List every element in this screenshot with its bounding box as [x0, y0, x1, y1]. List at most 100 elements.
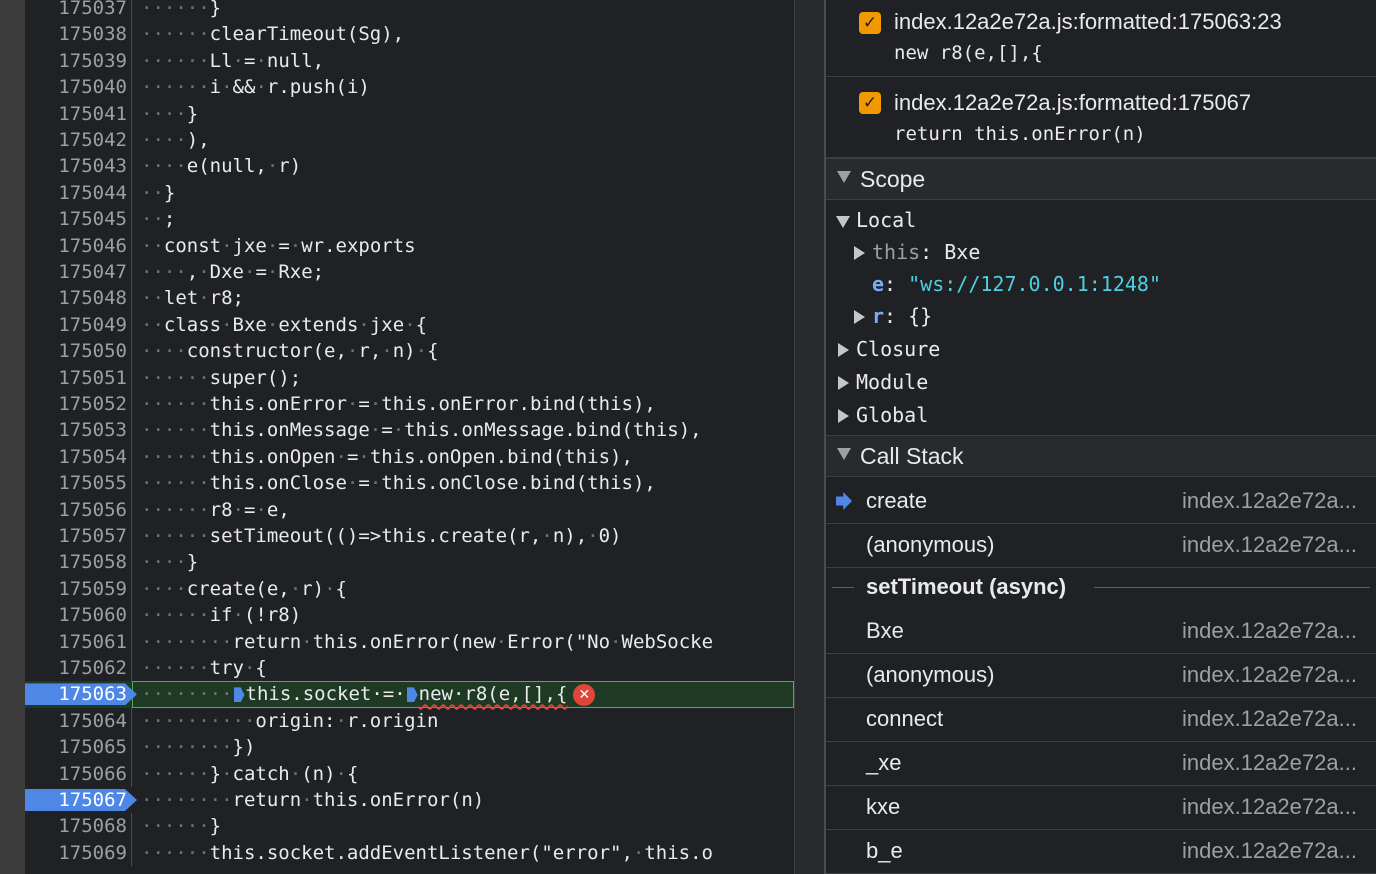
call-frame[interactable]: (anonymous) index.12a2e72a... — [826, 523, 1376, 568]
call-frame-function: create — [866, 488, 928, 513]
scope-header[interactable]: Scope — [826, 158, 1376, 200]
line-number[interactable]: 175066 — [25, 760, 132, 787]
line-number[interactable]: 175049 — [25, 311, 132, 339]
code-text: ··class·Bxe·extends·jxe·{ — [141, 313, 428, 336]
line-number[interactable]: 175063 — [25, 681, 132, 707]
call-frame-location[interactable]: index.12a2e72a... — [1182, 750, 1357, 776]
code-text: ····,·Dxe·=·Rxe; — [141, 261, 325, 283]
code-text: ··} — [141, 181, 176, 204]
expand-triangle-icon[interactable] — [838, 409, 849, 423]
line-number[interactable]: 175044 — [25, 179, 132, 207]
call-frame-location[interactable]: index.12a2e72a... — [1182, 662, 1357, 688]
line-number[interactable]: 175055 — [25, 470, 132, 497]
code-line: 175064 ··········origin:·r.origin — [25, 707, 794, 735]
line-number[interactable]: 175050 — [25, 338, 132, 365]
scope-e-row[interactable]: e: "ws://127.0.0.1:1248" — [872, 272, 1161, 296]
line-number[interactable]: 175043 — [25, 153, 132, 180]
code-line: 175056 ······r8·=·e, — [25, 496, 794, 523]
code-line: 175051 ······super(); — [25, 364, 794, 391]
line-number[interactable]: 175053 — [25, 417, 132, 444]
code-line: 175049 ··class·Bxe·extends·jxe·{ — [25, 311, 794, 339]
line-number[interactable]: 175042 — [25, 127, 132, 154]
call-frame-location[interactable]: index.12a2e72a... — [1182, 532, 1357, 558]
line-number[interactable]: 175045 — [25, 206, 132, 233]
property-value: Bxe — [944, 240, 981, 264]
code-line: 175059 ····create(e,·r)·{ — [25, 575, 794, 603]
code-line: 175057 ······setTimeout(()=>this.create(r… — [25, 523, 794, 550]
expand-triangle-icon[interactable] — [838, 376, 849, 390]
call-frame[interactable]: b_e index.12a2e72a... — [826, 829, 1376, 874]
line-number[interactable]: 175061 — [25, 628, 132, 655]
breakpoint-item[interactable]: ✓ index.12a2e72a.js:formatted:175067 ret… — [826, 77, 1376, 158]
expand-triangle-icon[interactable] — [854, 310, 865, 324]
error-icon[interactable]: ✕ — [573, 684, 596, 707]
scope-global-label[interactable]: Global — [856, 403, 928, 427]
line-number[interactable]: 175056 — [25, 496, 132, 523]
editor-scroll-gutter[interactable] — [794, 0, 825, 874]
code-segment: this.socket·=· — [245, 683, 406, 706]
call-frame[interactable]: kxe index.12a2e72a... — [826, 785, 1376, 830]
code-line: 175065 ········}) — [25, 734, 794, 761]
source-editor[interactable]: 175037 ······} 175038 ······clearTimeout(S… — [25, 0, 794, 874]
scope-closure-label[interactable]: Closure — [856, 337, 940, 361]
line-number[interactable]: 175039 — [25, 47, 132, 75]
code-text: ······clearTimeout(Sg), — [141, 23, 405, 46]
line-number[interactable]: 175052 — [25, 391, 132, 418]
code-text: ······Ll·=·null, — [141, 49, 325, 72]
call-frame-location[interactable]: index.12a2e72a... — [1182, 838, 1357, 864]
expand-triangle-icon[interactable] — [838, 343, 849, 357]
code-text: ····create(e,·r)·{ — [141, 577, 347, 600]
line-number[interactable]: 175064 — [25, 707, 132, 735]
line-number[interactable]: 175057 — [25, 523, 132, 550]
line-number[interactable]: 175065 — [25, 734, 132, 761]
line-number[interactable]: 175051 — [25, 364, 132, 391]
call-frame-location[interactable]: index.12a2e72a... — [1182, 488, 1357, 514]
call-frame[interactable]: connect index.12a2e72a... — [826, 697, 1376, 742]
line-number[interactable]: 175060 — [25, 602, 132, 629]
line-number[interactable]: 175040 — [25, 74, 132, 101]
breakpoint-checkbox[interactable]: ✓ — [859, 12, 881, 34]
line-number[interactable]: 175068 — [25, 813, 132, 840]
call-frame-location[interactable]: index.12a2e72a... — [1182, 706, 1357, 732]
line-number[interactable]: 175048 — [25, 285, 132, 312]
expand-triangle-icon[interactable] — [854, 246, 865, 260]
line-number[interactable]: 175058 — [25, 549, 132, 576]
scope-this-row[interactable]: this: Bxe — [872, 240, 980, 264]
line-number[interactable]: 175059 — [25, 575, 132, 603]
inline-breakpoint-icon[interactable] — [406, 687, 418, 703]
call-frame-selected[interactable]: create index.12a2e72a... — [826, 479, 1376, 524]
breakpoint-checkbox[interactable]: ✓ — [859, 92, 881, 114]
code-text: ······i·&&·r.push(i) — [141, 76, 370, 99]
line-number[interactable]: 175062 — [25, 655, 132, 682]
code-text: ····} — [141, 551, 199, 574]
code-line: 175046 ··const·jxe·=·wr.exports — [25, 232, 794, 259]
code-text: ········}) — [141, 736, 256, 759]
separator-line — [1094, 587, 1370, 588]
inline-breakpoint-icon[interactable] — [233, 687, 245, 703]
line-number[interactable]: 175067 — [25, 787, 132, 813]
scope-local-label[interactable]: Local — [856, 208, 916, 232]
line-number[interactable]: 175054 — [25, 443, 132, 471]
scope-module-label[interactable]: Module — [856, 370, 928, 394]
breakpoint-item[interactable]: ✓ index.12a2e72a.js:formatted:175063:23 … — [826, 0, 1376, 77]
scope-r-row[interactable]: r: {} — [872, 304, 932, 328]
collapse-triangle-icon[interactable] — [836, 216, 850, 228]
line-number[interactable]: 175037 — [25, 0, 132, 22]
code-line: 175050 ····constructor(e,·r,·n)·{ — [25, 338, 794, 365]
code-line: 175058 ····} — [25, 549, 794, 576]
line-number[interactable]: 175038 — [25, 21, 132, 48]
call-frame[interactable]: _xe index.12a2e72a... — [826, 741, 1376, 786]
line-number[interactable]: 175069 — [25, 839, 132, 867]
call-frame-location[interactable]: index.12a2e72a... — [1182, 794, 1357, 820]
call-frame[interactable]: (anonymous) index.12a2e72a... — [826, 653, 1376, 698]
call-frame[interactable]: Bxe index.12a2e72a... — [826, 609, 1376, 654]
breakpoint-location: index.12a2e72a.js:formatted:175067 — [894, 90, 1252, 115]
call-stack-header[interactable]: Call Stack — [826, 435, 1376, 477]
current-frame-arrow-icon — [836, 492, 852, 510]
call-frame-location[interactable]: index.12a2e72a... — [1182, 618, 1357, 644]
line-number[interactable]: 175041 — [25, 100, 132, 127]
property-key: e — [872, 272, 885, 296]
code-segment-error: new·r8(e,[],{ — [418, 683, 568, 706]
line-number[interactable]: 175046 — [25, 232, 132, 259]
line-number[interactable]: 175047 — [25, 259, 132, 286]
